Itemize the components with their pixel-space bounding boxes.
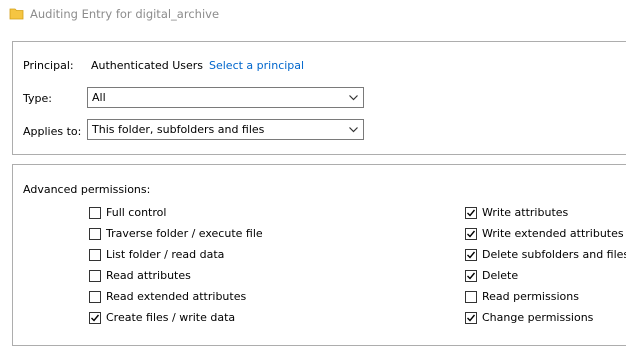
chevron-down-icon (349, 95, 358, 101)
checkmark-icon (467, 272, 476, 280)
checkmark-icon (467, 230, 476, 238)
title-bar: Auditing Entry for digital_archive (0, 0, 626, 30)
advanced-permissions-panel: Advanced permissions: Full control Traver… (12, 164, 626, 346)
permission-label: Read attributes (106, 269, 191, 282)
checkbox-unchecked[interactable] (89, 270, 101, 282)
checkbox-unchecked[interactable] (89, 207, 101, 219)
checkbox-checked[interactable] (465, 249, 477, 261)
permission-label: Traverse folder / execute file (106, 227, 263, 240)
window-title: Auditing Entry for digital_archive (30, 7, 220, 21)
permission-label: Full control (106, 206, 167, 219)
applies-to-label: Applies to: (23, 125, 82, 138)
chevron-down-icon (349, 127, 358, 133)
permission-label: Delete (482, 269, 519, 282)
checkbox-checked[interactable] (465, 207, 477, 219)
permission-label: Change permissions (482, 311, 594, 324)
checkmark-icon (467, 314, 476, 322)
advanced-permissions-heading: Advanced permissions: (23, 183, 151, 196)
permission-label: List folder / read data (106, 248, 225, 261)
type-label: Type: (23, 92, 52, 105)
type-dropdown-value: All (92, 91, 106, 104)
principal-value: Authenticated Users (91, 59, 204, 72)
permission-label: Read permissions (482, 290, 579, 303)
permission-label: Read extended attributes (106, 290, 247, 303)
permission-label: Create files / write data (106, 311, 236, 324)
checkbox-unchecked[interactable] (89, 228, 101, 240)
applies-to-dropdown-value: This folder, subfolders and files (92, 123, 265, 136)
checkbox-checked[interactable] (89, 312, 101, 324)
principal-label: Principal: (23, 59, 74, 72)
checkbox-unchecked[interactable] (89, 249, 101, 261)
checkbox-unchecked[interactable] (465, 291, 477, 303)
permission-label: Delete subfolders and files (482, 248, 626, 261)
checkbox-checked[interactable] (465, 270, 477, 282)
folder-icon (9, 8, 24, 20)
permission-label: Write attributes (482, 206, 569, 219)
applies-to-dropdown[interactable]: This folder, subfolders and files (87, 119, 364, 140)
checkbox-checked[interactable] (465, 228, 477, 240)
select-principal-link[interactable]: Select a principal (209, 59, 304, 72)
checkbox-unchecked[interactable] (89, 291, 101, 303)
type-dropdown[interactable]: All (87, 87, 364, 108)
checkmark-icon (467, 251, 476, 259)
checkmark-icon (467, 209, 476, 217)
permission-label: Write extended attributes (482, 227, 624, 240)
principal-panel: Principal: Authenticated Users Select a … (12, 41, 626, 155)
checkbox-checked[interactable] (465, 312, 477, 324)
checkmark-icon (91, 314, 100, 322)
